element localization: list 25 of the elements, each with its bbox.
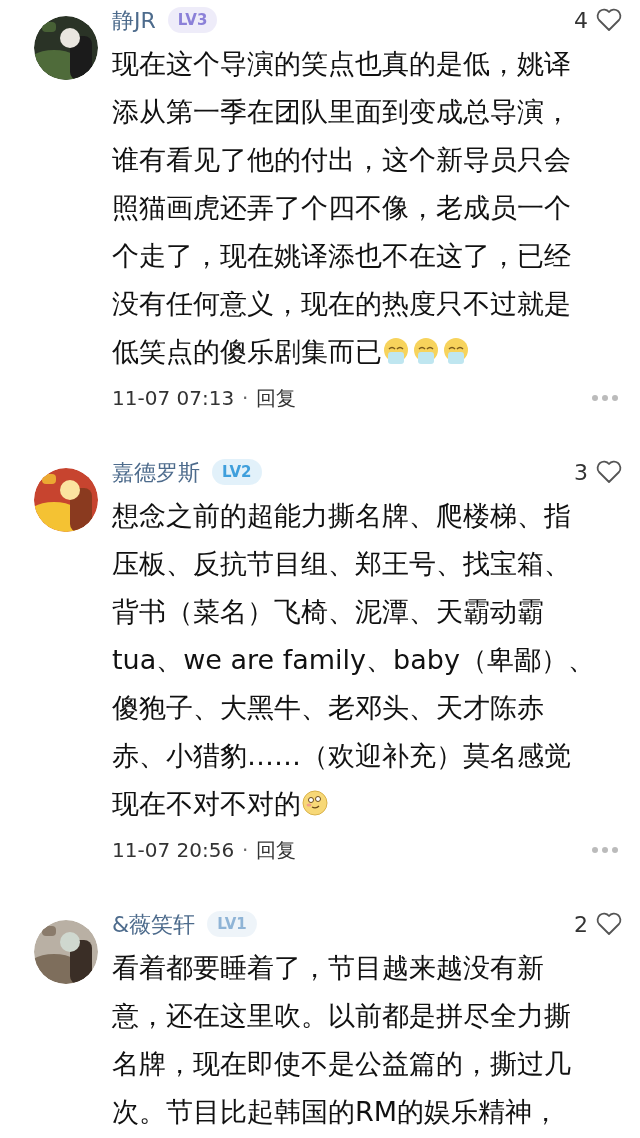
level-badge: LV2 (212, 459, 262, 485)
comment-text: 现在这个导演的笑点也真的是低，姚译 添从第一季在团队里面到变成总导演， 谁有看见了他的付出，这个新导员只会 照猫画虎还弄了个四不像，老成员一个 个走了，现在姚译添也不在这了，已经 没有任何意义，现在的热度只不过就是 低笑点的傻乐剧集而已 (112, 47, 572, 369)
username[interactable]: &薇笑轩 (112, 907, 196, 941)
smiley-emoji-icon (301, 789, 329, 817)
reply-link[interactable]: 回复 (256, 383, 297, 413)
crying-emoji-icon (382, 337, 410, 365)
separator-dot: · (242, 385, 249, 412)
username[interactable]: 静JR (112, 3, 156, 37)
username[interactable]: 嘉德罗斯 (112, 455, 200, 489)
reply-link[interactable]: 回复 (256, 835, 297, 865)
heart-icon[interactable] (596, 460, 622, 484)
level-badge: LV1 (207, 911, 257, 937)
heart-icon[interactable] (596, 8, 622, 32)
crying-emoji-icon (442, 337, 470, 365)
timestamp: 11-07 20:56 (112, 837, 235, 864)
heart-icon[interactable] (596, 912, 622, 936)
level-badge: LV3 (167, 7, 218, 33)
timestamp: 11-07 07:13 (112, 385, 235, 412)
comment-text: 看着都要睡着了，节目越来越没有新 意，还在这里吹。以前都是拼尽全力撕 名牌，现在即使不是公益篇的，撕过几 次。节目比起韩国的RM的娱乐精神， (112, 951, 572, 1129)
crying-emoji-icon (412, 337, 440, 365)
like-count: 4 (574, 6, 588, 35)
separator-dot: · (242, 837, 249, 864)
like-count: 3 (574, 458, 588, 487)
like-count: 2 (574, 910, 588, 939)
comment-text: 想念之前的超能力撕名牌、爬楼梯、指 压板、反抗节目组、郑王号、找宝箱、 背书（菜名）飞椅、泥潭、天霸动霸 tua、we are family、baby（卑鄙）、 傻狍子、大黑牛、老邓头、天才陈赤 赤、小猎豹……（欢迎补充）莫名感觉 现在不对不对的 (112, 499, 596, 821)
